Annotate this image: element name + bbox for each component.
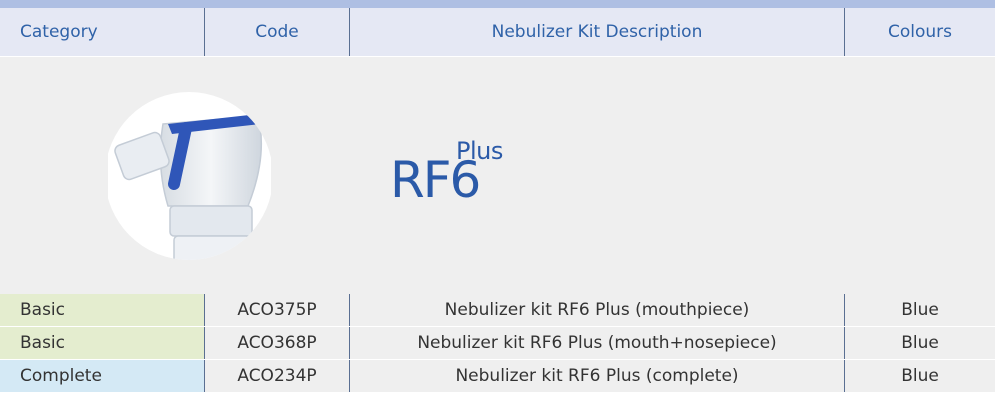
top-accent-strip — [0, 0, 995, 8]
description-cell: Nebulizer kit RF6 Plus (complete) — [350, 360, 845, 392]
header-code: Code — [205, 8, 350, 56]
colour-cell: Blue — [845, 360, 995, 392]
nebulizer-product-image — [108, 92, 271, 260]
colour-cell: Blue — [845, 294, 995, 326]
description-cell: Nebulizer kit RF6 Plus (mouthpiece) — [350, 294, 845, 326]
rf6-plus-logo: Plus RF6 — [390, 137, 530, 217]
code-cell: ACO234P — [205, 360, 350, 392]
category-cell: Complete — [0, 360, 205, 392]
description-cell: Nebulizer kit RF6 Plus (mouth+nosepiece) — [350, 327, 845, 359]
product-hero: Plus RF6 — [0, 57, 995, 294]
code-cell: ACO368P — [205, 327, 350, 359]
header-category: Category — [0, 8, 205, 56]
category-cell: Basic — [0, 327, 205, 359]
table-row: Complete ACO234P Nebulizer kit RF6 Plus … — [0, 360, 995, 393]
logo-model-text: RF6 — [390, 151, 481, 209]
header-description: Nebulizer Kit Description — [350, 8, 845, 56]
table-header: Category Code Nebulizer Kit Description … — [0, 8, 995, 57]
product-table-body: Basic ACO375P Nebulizer kit RF6 Plus (mo… — [0, 294, 995, 393]
table-row: Basic ACO368P Nebulizer kit RF6 Plus (mo… — [0, 327, 995, 360]
header-colours: Colours — [887, 22, 952, 42]
colour-cell: Blue — [845, 327, 995, 359]
